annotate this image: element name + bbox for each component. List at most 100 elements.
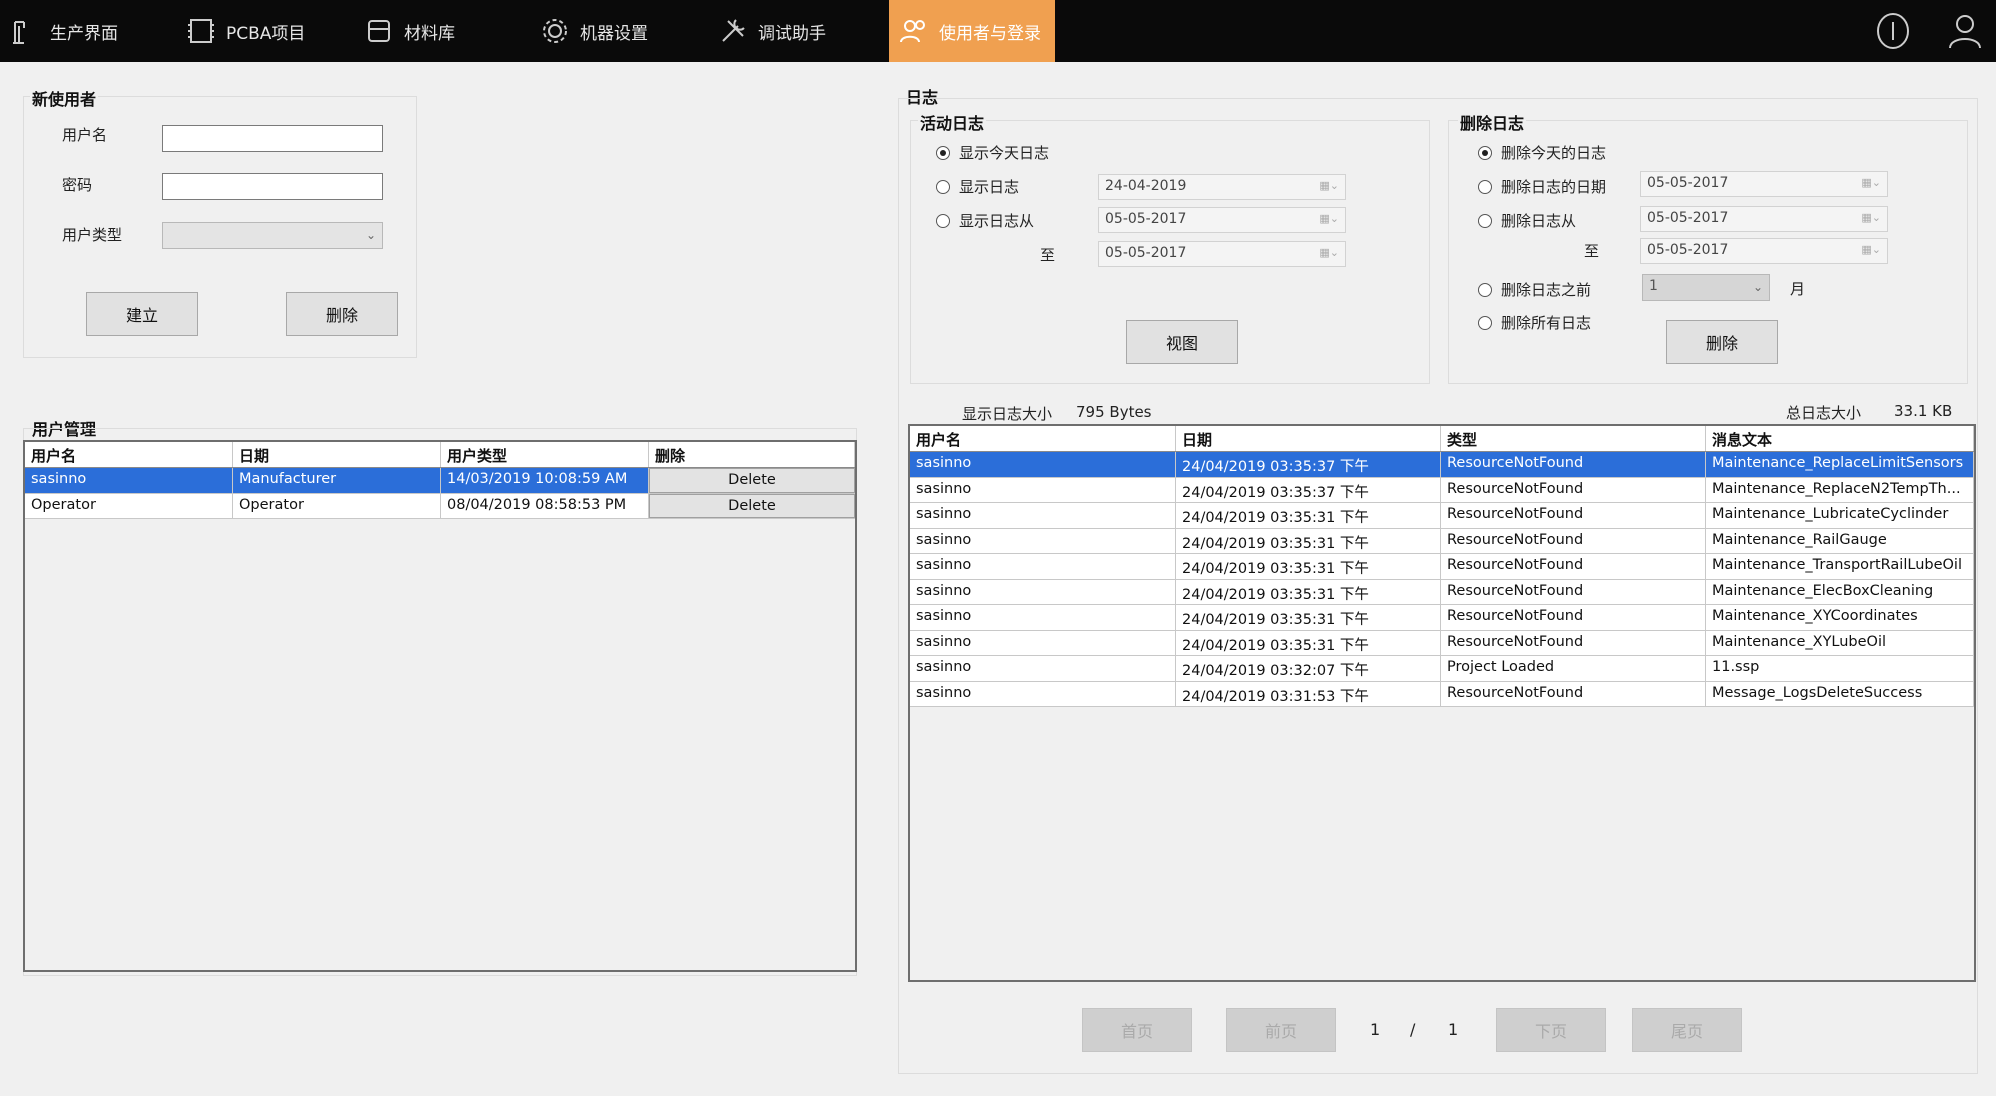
column-header-username[interactable]: 用户名 — [910, 426, 1176, 451]
show-log-date-picker[interactable]: 24-04-2019 ▦⌄ — [1098, 174, 1346, 200]
delete-before-months-select[interactable]: 1 ⌄ — [1642, 274, 1770, 301]
cell-type: Project Loaded — [1441, 656, 1706, 681]
new-user-title: 新使用者 — [30, 86, 99, 110]
chevron-down-icon: ⌄ — [1752, 280, 1763, 294]
nav-machine-settings[interactable]: 机器设置 — [530, 0, 670, 62]
radio-delete-all-logs[interactable]: 删除所有日志 — [1478, 312, 1591, 333]
radio-label: 删除日志之前 — [1501, 281, 1592, 299]
cell-username: sasinno — [910, 528, 1176, 553]
nav-pcba[interactable]: PCBA项目 — [176, 0, 306, 62]
table-row[interactable]: sasinno 24/04/2019 03:35:31 下午 ResourceNot… — [910, 554, 1974, 580]
radio-show-log-date[interactable]: 显示日志 — [936, 176, 1019, 197]
cell-username: sasinno — [910, 630, 1176, 655]
radio-delete-today-log[interactable]: 删除今天的日志 — [1478, 142, 1606, 163]
delete-log-to-picker[interactable]: 05-05-2017 ▦⌄ — [1640, 238, 1888, 264]
table-row[interactable]: sasinno 24/04/2019 03:35:31 下午 ResourceNot… — [910, 630, 1974, 656]
radio-dot — [936, 213, 950, 228]
cell-username: sasinno — [910, 681, 1176, 706]
cell-username: sasinno — [910, 452, 1176, 477]
user-type-select[interactable]: ⌄ — [162, 222, 383, 249]
user-management-grid: 用户名 日期 用户类型 删除 sasinno Manufacturer 14/0… — [23, 440, 857, 972]
column-header-user-type[interactable]: 用户类型 — [441, 442, 649, 467]
cell-type: ResourceNotFound — [1441, 681, 1706, 706]
cell-username: sasinno — [910, 579, 1176, 604]
table-row[interactable]: sasinno 24/04/2019 03:32:07 下午 Project Loa… — [910, 656, 1974, 682]
table-row[interactable]: sasinno Manufacturer 14/03/2019 10:08:59… — [25, 468, 855, 494]
cell-user-type: 08/04/2019 08:58:53 PM — [441, 493, 649, 518]
cell-message: Maintenance_ReplaceN2TempTh... — [1706, 477, 1974, 502]
table-row[interactable]: sasinno 24/04/2019 03:35:37 下午 ResourceNot… — [910, 477, 1974, 503]
column-header-date[interactable]: 日期 — [1176, 426, 1441, 451]
radio-show-today-log[interactable]: 显示今天日志 — [936, 142, 1049, 163]
radio-delete-log-range[interactable]: 删除日志从 — [1478, 210, 1576, 231]
delete-log-button[interactable]: 删除 — [1666, 320, 1778, 364]
table-row[interactable]: sasinno 24/04/2019 03:31:53 下午 ResourceNot… — [910, 681, 1974, 707]
date-value: 05-05-2017 — [1647, 175, 1729, 191]
delete-row-button[interactable]: Delete — [649, 493, 855, 518]
show-log-to-picker[interactable]: 05-05-2017 ▦⌄ — [1098, 241, 1346, 267]
column-header-message[interactable]: 消息文本 — [1706, 426, 1974, 451]
delete-row-button[interactable]: Delete — [649, 468, 855, 493]
cell-date: 24/04/2019 03:35:31 下午 — [1176, 503, 1441, 528]
user-account-icon[interactable] — [1944, 10, 1986, 52]
show-log-from-picker[interactable]: 05-05-2017 ▦⌄ — [1098, 207, 1346, 233]
radio-dot — [1478, 282, 1492, 297]
table-row[interactable]: sasinno 24/04/2019 03:35:31 下午 ResourceNot… — [910, 528, 1974, 554]
radio-label: 删除所有日志 — [1501, 314, 1592, 332]
cell-username: sasinno — [910, 503, 1176, 528]
cell-username: sasinno — [910, 554, 1176, 579]
radio-label: 显示日志 — [959, 178, 1020, 196]
date-value: 05-05-2017 — [1647, 242, 1729, 258]
last-page-button[interactable]: 尾页 — [1632, 1008, 1742, 1052]
delete-log-from-picker[interactable]: 05-05-2017 ▦⌄ — [1640, 206, 1888, 232]
radio-dot — [936, 145, 950, 160]
column-header-username[interactable]: 用户名 — [25, 442, 233, 467]
delete-log-date-picker[interactable]: 05-05-2017 ▦⌄ — [1640, 171, 1888, 197]
table-row[interactable]: sasinno 24/04/2019 03:35:31 下午 ResourceNot… — [910, 605, 1974, 631]
nav-machine-settings-label: 机器设置 — [580, 23, 648, 44]
delete-user-button[interactable]: 删除 — [286, 292, 398, 336]
column-header-type[interactable]: 类型 — [1441, 426, 1706, 451]
radio-show-log-range[interactable]: 显示日志从 — [936, 210, 1034, 231]
nav-users-login[interactable]: 使用者与登录 — [889, 0, 1055, 62]
user-grid-header: 用户名 日期 用户类型 删除 — [25, 442, 855, 468]
radio-delete-log-date[interactable]: 删除日志的日期 — [1478, 176, 1606, 197]
radio-label: 删除日志的日期 — [1501, 178, 1607, 196]
date-value: 05-05-2017 — [1647, 210, 1729, 226]
users-icon — [900, 20, 925, 43]
page-separator: / — [1410, 1020, 1416, 1039]
total-log-size-value: 33.1 KB — [1894, 402, 1953, 420]
radio-label: 显示日志从 — [959, 212, 1035, 230]
cell-message: Maintenance_TransportRailLubeOil — [1706, 554, 1974, 579]
production-icon — [13, 21, 25, 44]
first-page-button[interactable]: 首页 — [1082, 1008, 1192, 1052]
table-row[interactable]: sasinno 24/04/2019 03:35:31 下午 ResourceNot… — [910, 503, 1974, 529]
nav-debug-assistant[interactable]: 调试助手 — [708, 0, 848, 62]
create-user-button[interactable]: 建立 — [86, 292, 198, 336]
table-row[interactable]: sasinno 24/04/2019 03:35:37 下午 ResourceNot… — [910, 452, 1974, 478]
table-row[interactable]: Operator Operator 08/04/2019 08:58:53 PM… — [25, 493, 855, 519]
next-page-button[interactable]: 下页 — [1496, 1008, 1606, 1052]
info-icon[interactable] — [1872, 10, 1914, 52]
column-header-delete[interactable]: 删除 — [649, 442, 855, 467]
radio-dot — [1478, 145, 1492, 160]
cell-type: ResourceNotFound — [1441, 477, 1706, 502]
total-log-size-label: 总日志大小 — [1786, 404, 1862, 422]
radio-delete-log-before[interactable]: 删除日志之前 — [1478, 279, 1591, 300]
column-header-date[interactable]: 日期 — [233, 442, 441, 467]
view-log-button[interactable]: 视图 — [1126, 320, 1238, 364]
prev-page-button[interactable]: 前页 — [1226, 1008, 1336, 1052]
calendar-icon: ▦⌄ — [1861, 211, 1881, 224]
cell-type: ResourceNotFound — [1441, 452, 1706, 477]
radio-label: 显示今天日志 — [959, 144, 1050, 162]
table-row[interactable]: sasinno 24/04/2019 03:35:31 下午 ResourceNot… — [910, 579, 1974, 605]
cell-username: sasinno — [25, 468, 233, 493]
cell-date: 24/04/2019 03:32:07 下午 — [1176, 656, 1441, 681]
nav-production-label: 生产界面 — [50, 23, 118, 44]
password-input[interactable] — [162, 173, 383, 200]
nav-materials[interactable]: 材料库 — [354, 0, 484, 62]
show-log-to-label: 至 — [1040, 246, 1056, 264]
nav-production[interactable]: 生产界面 — [0, 0, 130, 62]
username-input[interactable] — [162, 125, 383, 152]
log-grid: 用户名 日期 类型 消息文本 sasinno 24/04/2019 03:35:3… — [908, 424, 1976, 982]
